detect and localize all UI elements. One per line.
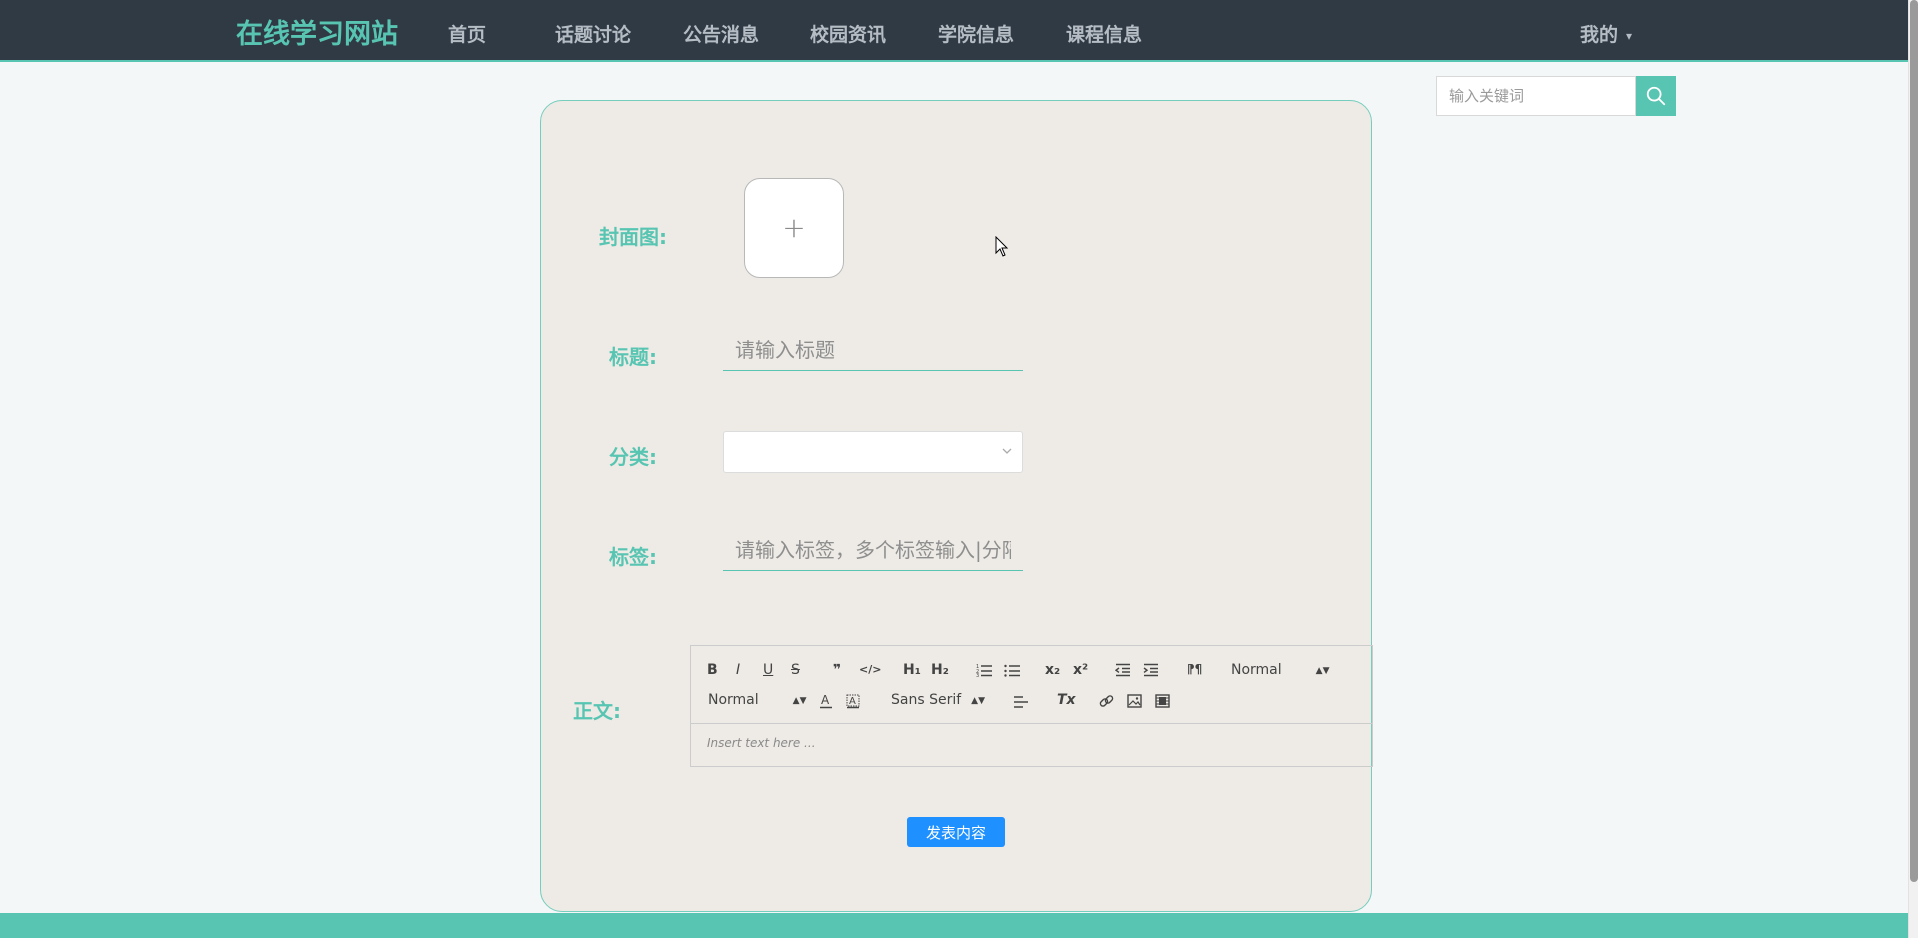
outdent-icon[interactable] — [1115, 663, 1131, 677]
font-picker[interactable]: Sans Serif ▲▼ — [891, 692, 985, 708]
editor-content-area[interactable]: Insert text here ... — [691, 724, 1372, 768]
align-icon[interactable] — [1013, 694, 1029, 708]
picker-arrows-icon: ▲▼ — [1315, 666, 1330, 676]
indent-icon[interactable] — [1143, 663, 1159, 677]
superscript-button[interactable]: x² — [1073, 662, 1088, 678]
nav-item-announcements[interactable]: 公告消息 — [683, 20, 759, 47]
svg-text:A: A — [821, 693, 830, 707]
mouse-cursor-icon — [995, 236, 1009, 257]
size-picker[interactable]: Normal ▲▼ — [708, 692, 807, 708]
ordered-list-icon[interactable]: 1 2 3 — [976, 663, 992, 677]
category-label: 分类: — [609, 445, 657, 469]
background-color-icon[interactable]: A — [846, 693, 860, 709]
body-label: 正文: — [573, 699, 621, 723]
strike-button[interactable]: S — [791, 662, 800, 678]
cover-upload-button[interactable]: + — [744, 178, 844, 278]
search-icon — [1646, 86, 1666, 106]
editor-toolbar: B I U S ❞ </> H₁ H₂ 1 2 3 x₂ x² ⁋¶ Norma… — [691, 646, 1372, 724]
category-select[interactable] — [723, 431, 1023, 473]
title-label: 标题: — [609, 345, 657, 369]
plus-icon: + — [782, 211, 806, 244]
nav-item-college-info[interactable]: 学院信息 — [938, 20, 1014, 47]
caret-down-icon: ▾ — [1626, 28, 1633, 43]
publish-button[interactable]: 发表内容 — [907, 817, 1005, 847]
header-picker-label: Normal — [1231, 662, 1282, 678]
cover-label: 封面图: — [599, 225, 667, 249]
svg-text:3: 3 — [976, 673, 979, 677]
text-direction-button[interactable]: ⁋¶ — [1187, 662, 1202, 676]
bullet-list-icon[interactable] — [1004, 663, 1020, 677]
nav-item-topics[interactable]: 话题讨论 — [555, 20, 631, 47]
clean-format-button[interactable]: Tx — [1057, 692, 1076, 708]
blockquote-button[interactable]: ❞ — [833, 662, 841, 678]
h2-button[interactable]: H₂ — [931, 662, 949, 678]
top-nav: 在线学习网站 首页 话题讨论 公告消息 校园资讯 学院信息 课程信息 我的 ▾ — [0, 0, 1918, 62]
size-picker-label: Normal — [708, 692, 759, 708]
page-scrollbar[interactable] — [1908, 0, 1918, 938]
footer-bar — [0, 913, 1908, 938]
image-icon[interactable] — [1127, 694, 1142, 708]
bold-button[interactable]: B — [707, 662, 718, 678]
nav-item-home[interactable]: 首页 — [448, 20, 486, 47]
tags-input[interactable] — [723, 529, 1023, 571]
user-menu-label: 我的 — [1580, 24, 1619, 46]
scrollbar-thumb[interactable] — [1910, 0, 1918, 882]
video-icon[interactable] — [1155, 694, 1170, 708]
picker-arrows-icon: ▲▼ — [971, 696, 986, 706]
h1-button[interactable]: H₁ — [903, 662, 921, 678]
underline-button[interactable]: U — [763, 662, 773, 678]
text-color-icon[interactable]: A — [819, 693, 833, 709]
brand-logo[interactable]: 在线学习网站 — [236, 12, 398, 51]
nav-item-campus-news[interactable]: 校园资讯 — [810, 20, 886, 47]
link-icon[interactable] — [1099, 694, 1114, 709]
code-block-button[interactable]: </> — [859, 663, 881, 676]
rich-text-editor: B I U S ❞ </> H₁ H₂ 1 2 3 x₂ x² ⁋¶ Norma… — [690, 645, 1373, 767]
nav-item-course-info[interactable]: 课程信息 — [1066, 20, 1142, 47]
editor-placeholder: Insert text here ... — [707, 736, 816, 750]
user-menu[interactable]: 我的 ▾ — [1580, 20, 1632, 47]
search-button[interactable] — [1636, 76, 1676, 116]
font-picker-label: Sans Serif — [891, 692, 962, 708]
picker-arrows-icon: ▲▼ — [792, 696, 807, 706]
title-input[interactable] — [723, 329, 1023, 371]
tags-label: 标签: — [609, 545, 657, 569]
chevron-down-icon — [1002, 448, 1012, 454]
subscript-button[interactable]: x₂ — [1045, 662, 1060, 678]
svg-text:A: A — [849, 696, 856, 707]
italic-button[interactable]: I — [736, 662, 740, 678]
header-picker[interactable]: Normal ▲▼ — [1231, 662, 1330, 678]
search-input[interactable] — [1436, 76, 1636, 116]
publish-form: 封面图: + 标题: 分类: 标签: 正文: B I U S ❞ </> H₁ … — [540, 100, 1373, 912]
